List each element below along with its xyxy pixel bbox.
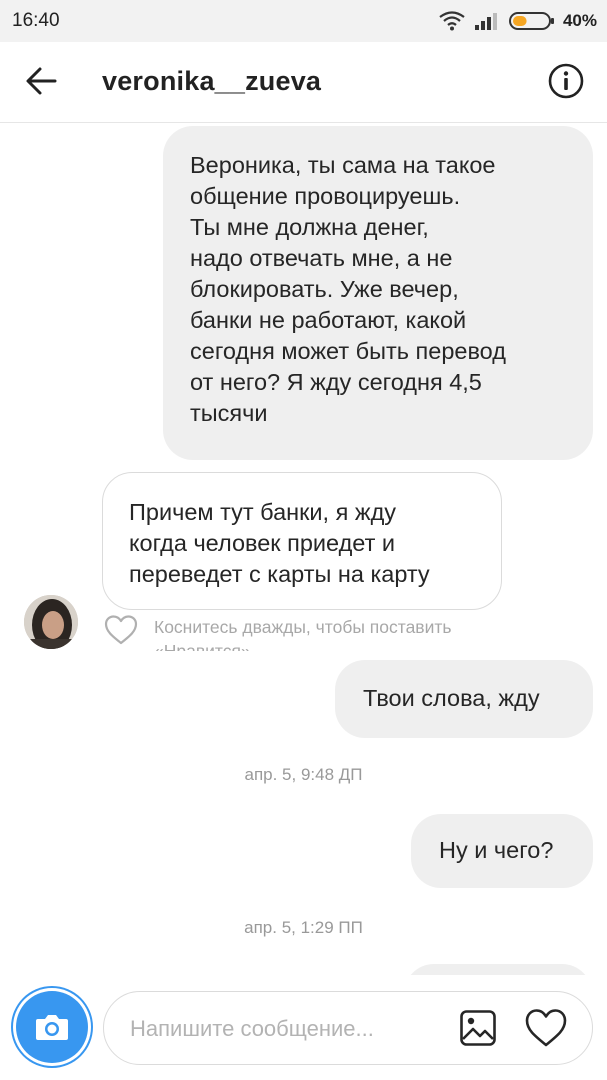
status-icons: 40% (439, 9, 597, 33)
gallery-icon[interactable] (459, 1009, 497, 1047)
info-icon[interactable] (547, 62, 585, 100)
arrow-left-icon[interactable] (24, 64, 58, 98)
message-timestamp: апр. 5, 9:48 ДП (244, 765, 363, 784)
message-timestamp: апр. 5, 1:29 ПП (244, 918, 363, 937)
battery-icon (508, 12, 554, 30)
message-input-placeholder: Напишите сообщение... (130, 1016, 374, 1041)
double-tap-like-hint: Коснитесь дважды, чтобы поставить «Нрави… (154, 617, 452, 651)
avatar[interactable] (24, 595, 78, 649)
status-bar: 16:40 40% (0, 0, 607, 42)
camera-icon (36, 1015, 68, 1040)
outgoing-message[interactable]: Твои слова, жду (335, 660, 593, 738)
message-input[interactable]: Напишите сообщение... (103, 991, 593, 1065)
outgoing-message[interactable]: Вероника, ты сама на такое общение прово… (163, 126, 593, 460)
outgoing-message[interactable]: Ну и чего? (411, 814, 593, 888)
camera-button[interactable] (16, 991, 88, 1063)
avatar-photo (24, 595, 78, 649)
conversation-title[interactable]: veronika__zueva (102, 66, 321, 97)
incoming-message[interactable]: Причем тут банки, я жду когда человек пр… (102, 472, 502, 610)
status-time: 16:40 (12, 10, 60, 31)
chat-header: veronika__zueva (0, 42, 607, 123)
wifi-icon (439, 11, 465, 31)
heart-icon[interactable] (524, 1007, 568, 1049)
heart-outline-icon[interactable] (104, 614, 138, 646)
battery-percent: 40% (562, 11, 597, 30)
signal-icon (474, 13, 497, 30)
